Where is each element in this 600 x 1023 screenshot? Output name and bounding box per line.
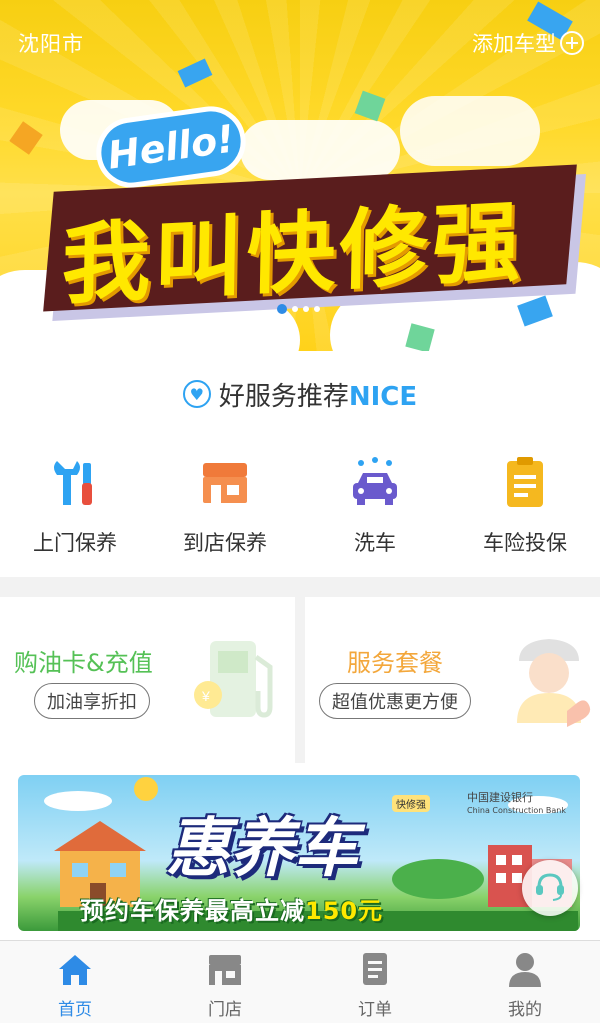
headset-icon <box>533 869 567 907</box>
add-car-label: 添加车型 <box>472 32 556 56</box>
package-title: 服务套餐 <box>347 649 443 677</box>
home-icon <box>55 949 95 989</box>
city-selector[interactable]: 沈阳市 <box>18 28 84 58</box>
bank-logo: 中国建设银行 China Construction Bank <box>467 791 566 817</box>
store-icon <box>205 949 245 989</box>
service-package-tile[interactable]: 服务套餐 超值优惠更方便 <box>305 597 600 763</box>
promo-section: 中国建设银行 China Construction Bank 快修强 惠养车 预… <box>0 763 600 940</box>
tab-home[interactable]: 首页 <box>0 941 150 1023</box>
bottom-tab-bar: 首页 门店 订单 我的 <box>0 940 600 1023</box>
recommend-suffix: NICE <box>348 381 418 412</box>
recommend-header: ♥ 好服务推荐NICE <box>0 351 600 437</box>
promo-sub-amount: 150元 <box>305 897 384 925</box>
cloud-decoration <box>400 96 540 166</box>
package-pill: 超值优惠更方便 <box>319 683 471 719</box>
feature-cards: 购油卡&充值 加油享折扣 ¥ 服务套餐 超值优惠更方便 <box>0 597 600 763</box>
service-label: 到店保养 <box>183 531 267 555</box>
carousel-dot <box>292 306 298 312</box>
recommend-prefix: 好服务推荐 <box>218 381 349 412</box>
carousel-dot <box>314 306 320 312</box>
tab-stores[interactable]: 门店 <box>150 941 300 1023</box>
service-label: 洗车 <box>354 531 396 555</box>
fuel-card-tile[interactable]: 购油卡&充值 加油享折扣 ¥ <box>0 597 295 763</box>
customer-service-button[interactable] <box>522 860 578 916</box>
carousel-dot <box>277 304 287 314</box>
tab-label: 订单 <box>358 1000 392 1020</box>
promo-headline: 惠养车 <box>166 812 358 886</box>
car-wash-icon <box>347 455 403 511</box>
promo-subtitle: 预约车保养最高立减150元 <box>80 891 383 926</box>
tab-label: 首页 <box>58 1000 92 1020</box>
add-car-button[interactable]: 添加车型 <box>472 28 584 58</box>
bank-name-en: China Construction Bank <box>467 806 566 815</box>
hero-banner[interactable]: 沈阳市 添加车型 Hello! 我叫快修强 <box>0 0 600 351</box>
brand-logo: 快修强 <box>392 795 430 812</box>
carousel-indicator <box>277 304 320 314</box>
service-label: 车险投保 <box>483 531 567 555</box>
service-grid: 上门保养 到店保养 洗车 车险投保 <box>0 437 600 577</box>
service-store-maintenance[interactable]: 到店保养 <box>150 437 300 577</box>
fuel-pump-icon: ¥ <box>190 637 290 731</box>
service-label: 上门保养 <box>33 531 117 555</box>
cloud-decoration <box>240 120 400 180</box>
order-icon <box>355 949 395 989</box>
svg-text:¥: ¥ <box>201 688 210 704</box>
mechanic-icon <box>501 631 597 731</box>
heart-icon: ♥ <box>182 380 211 408</box>
tab-orders[interactable]: 订单 <box>300 941 450 1023</box>
recommend-title: 好服务推荐NICE <box>219 376 417 413</box>
store-icon <box>197 455 253 511</box>
tab-label: 门店 <box>208 1000 242 1020</box>
plus-circle-icon <box>560 31 584 55</box>
carousel-dot <box>303 306 309 312</box>
slogan-text: 我叫快修强 <box>60 190 526 317</box>
promo-banner[interactable]: 中国建设银行 China Construction Bank 快修强 惠养车 预… <box>18 775 580 931</box>
tab-profile[interactable]: 我的 <box>450 941 600 1023</box>
fuel-discount-pill: 加油享折扣 <box>34 683 150 719</box>
service-home-maintenance[interactable]: 上门保养 <box>0 437 150 577</box>
user-icon <box>505 949 545 989</box>
tools-icon <box>47 455 103 511</box>
promo-sub-prefix: 预约车保养最高立减 <box>80 897 305 925</box>
service-car-wash[interactable]: 洗车 <box>300 437 450 577</box>
fuel-card-title: 购油卡&充值 <box>14 649 153 677</box>
tab-label: 我的 <box>508 1000 542 1020</box>
clipboard-icon <box>497 455 553 511</box>
bank-name-cn: 中国建设银行 <box>467 791 534 804</box>
service-insurance[interactable]: 车险投保 <box>450 437 600 577</box>
